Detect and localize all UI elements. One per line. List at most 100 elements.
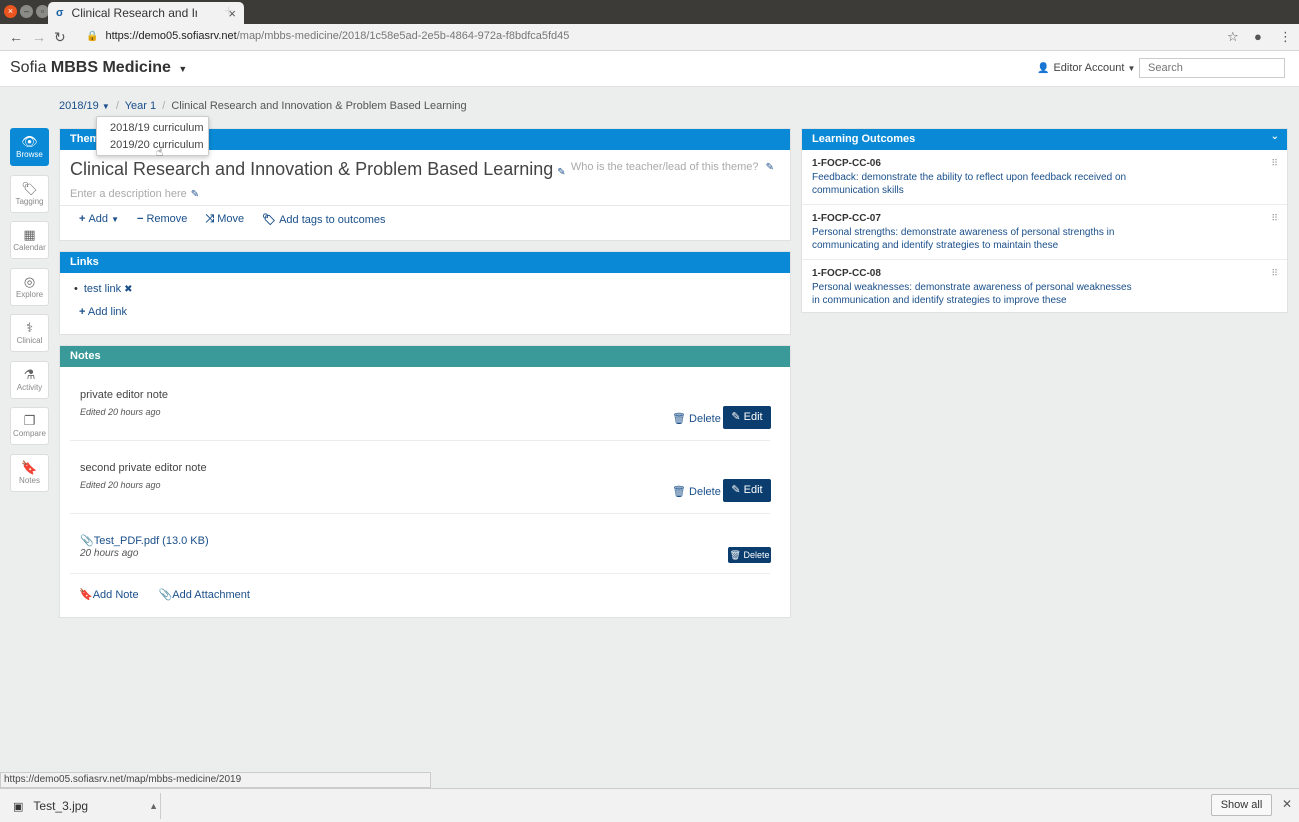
chevron-up-icon[interactable]: ▲	[149, 801, 158, 811]
outcome-code: 1-FOCP-CC-08	[812, 268, 881, 279]
caret-down-icon: ▼	[1127, 64, 1136, 73]
browser-menu-icon[interactable]: ⋮	[1279, 29, 1292, 45]
link-test[interactable]: test link	[84, 283, 121, 295]
edit-note-button[interactable]: ✎ Edit	[723, 406, 771, 429]
outcome-text[interactable]: Personal weaknesses: demonstrate awarene…	[812, 281, 1142, 307]
back-icon[interactable]: ←	[9, 29, 23, 45]
pencil-icon[interactable]: ✎	[191, 189, 199, 200]
user-icon: 👤	[1037, 63, 1050, 74]
add-link-button[interactable]: + Add link	[79, 306, 127, 318]
outcome-text[interactable]: Personal strengths: demonstrate awarenes…	[812, 226, 1142, 252]
sidebar-item-calendar[interactable]: ▦ Calendar	[10, 221, 49, 259]
url-field[interactable]: 🔒 https://demo05.sofiasrv.net/map/mbbs-m…	[86, 30, 569, 42]
paperclip-icon: 📎	[158, 589, 173, 601]
collapse-chevron-icon[interactable]: ⌄	[1271, 131, 1279, 142]
window-close-button[interactable]: ×	[4, 5, 17, 18]
outcome-text[interactable]: Feedback: demonstrate the ability to ref…	[812, 171, 1142, 197]
delete-note-button[interactable]: 🗑 Delete	[672, 412, 721, 425]
drag-handle-icon[interactable]: ⠿	[1271, 213, 1278, 224]
sidebar-item-explore[interactable]: ◎ Explore	[10, 267, 49, 306]
attachment-item: 📎Test_PDF.pdf (13.0 KB) 20 hours ago 🗑 D…	[70, 514, 771, 574]
pencil-icon: ✎	[731, 484, 741, 496]
account-menu[interactable]: 👤 Editor Account ▼	[1037, 62, 1135, 74]
note-item: private editor note Edited 20 hours ago …	[70, 367, 771, 441]
download-item[interactable]: ▣ Test_3.jpg ▲	[13, 799, 158, 813]
status-bar: https://demo05.sofiasrv.net/map/mbbs-med…	[0, 772, 431, 788]
edit-note-button[interactable]: ✎ Edit	[723, 479, 771, 502]
delete-note-button[interactable]: 🗑 Delete	[672, 485, 721, 498]
list-item[interactable]: 1-FOCP-CC-08 Personal weaknesses: demons…	[802, 260, 1287, 313]
caret-down-icon: ▼	[101, 102, 110, 111]
new-tab-button[interactable]: +	[224, 3, 233, 21]
image-file-icon: ▣	[13, 800, 24, 813]
delete-attachment-button[interactable]: 🗑 Delete	[728, 547, 771, 563]
copy-icon: ❐	[23, 413, 36, 428]
add-note-button[interactable]: 🔖Add Note	[79, 588, 139, 601]
paperclip-icon: 📎	[80, 535, 94, 547]
bookmark-icon: 🔖	[21, 459, 38, 475]
sidebar-item-tagging[interactable]: 🏷 Tagging	[10, 174, 49, 213]
browser-tab-bar: × – ▫ σ Clinical Research and Innovation…	[0, 0, 1299, 24]
add-menu-button[interactable]: + Add ▼	[79, 213, 119, 226]
show-all-button[interactable]: Show all	[1211, 794, 1272, 816]
note-meta: Edited 20 hours ago	[80, 407, 161, 417]
tab-title: Clinical Research and Innovation & Probl…	[71, 6, 197, 20]
attachment-link[interactable]: 📎Test_PDF.pdf (13.0 KB)	[80, 534, 209, 547]
browser-tab[interactable]: σ Clinical Research and Innovation & Pro…	[48, 2, 244, 24]
flask-icon: ⚗	[23, 366, 36, 382]
hand-cursor-icon: ☝	[156, 145, 164, 159]
theme-description-field[interactable]: Enter a description here ✎	[70, 188, 199, 200]
search-input[interactable]	[1139, 58, 1285, 78]
theme-actions: + Add ▼ − Remove ⤨ Move 🏷 Add tags to outcom…	[79, 213, 386, 226]
bookmark-star-icon[interactable]: ☆	[1227, 29, 1239, 45]
forward-icon[interactable]: →	[32, 29, 46, 45]
remove-link-icon[interactable]: ✖	[124, 284, 132, 295]
app-header: Sofia MBBS Medicine ▼ 👤 Editor Account ▼	[0, 51, 1299, 87]
calendar-icon: ▦	[23, 227, 36, 242]
caret-down-icon: ▼	[111, 215, 119, 224]
note-text: private editor note	[80, 389, 169, 401]
year-dropdown-menu: 2018/19 curriculum 2019/20 curriculum	[96, 116, 209, 156]
trash-icon: 🗑	[672, 413, 686, 425]
outcome-code: 1-FOCP-CC-07	[812, 213, 881, 224]
sidebar-item-notes[interactable]: 🔖 Notes	[10, 453, 49, 492]
move-button[interactable]: ⤨ Move	[205, 213, 244, 226]
drag-handle-icon[interactable]: ⠿	[1271, 268, 1278, 279]
caret-down-icon: ▼	[178, 64, 188, 74]
theme-lead-field[interactable]: Who is the teacher/lead of this theme? ✎	[571, 161, 774, 173]
drag-handle-icon[interactable]: ⠿	[1271, 158, 1278, 169]
add-tags-button[interactable]: 🏷 Add tags to outcomes	[262, 213, 385, 226]
sidebar-item-compare[interactable]: ❐ Compare	[10, 407, 49, 445]
address-bar: ← → ↻ 🔒 https://demo05.sofiasrv.net/map/…	[0, 24, 1299, 51]
window-controls: × – ▫	[4, 5, 49, 18]
sidebar-item-clinical[interactable]: ⚕ Clinical	[10, 314, 49, 352]
dropdown-option-2018[interactable]: 2018/19 curriculum	[110, 122, 204, 134]
brand-menu[interactable]: Sofia MBBS Medicine ▼	[10, 59, 187, 77]
learning-outcomes-panel: Learning Outcomes ⌄ 1-FOCP-CC-06 Feedbac…	[801, 128, 1288, 313]
theme-title[interactable]: Clinical Research and Innovation & Probl…	[70, 159, 566, 180]
links-panel-header: Links	[60, 252, 790, 273]
pencil-icon[interactable]: ✎	[557, 167, 565, 178]
notes-panel-header: Notes	[60, 346, 790, 367]
list-item: • test link ✖	[74, 283, 133, 295]
close-icon[interactable]: ✕	[1282, 797, 1292, 811]
pencil-icon[interactable]: ✎	[766, 162, 774, 173]
trash-icon: 🗑	[729, 550, 741, 560]
sidebar-item-activity[interactable]: ⚗ Activity	[10, 360, 49, 399]
lock-icon: 🔒	[86, 30, 99, 42]
breadcrumb-level[interactable]: Year 1	[125, 100, 156, 112]
tag-icon: 🏷	[262, 214, 277, 226]
profile-icon[interactable]: ●	[1254, 29, 1262, 44]
reload-icon[interactable]: ↻	[54, 29, 66, 46]
minus-icon: −	[137, 213, 144, 225]
note-text: second private editor note	[80, 462, 207, 474]
pencil-icon: ✎	[731, 411, 741, 423]
sidebar-item-browse[interactable]: 👁 Browse	[10, 128, 49, 166]
window-minimize-button[interactable]: –	[20, 5, 33, 18]
list-item[interactable]: 1-FOCP-CC-07 Personal strengths: demonst…	[802, 205, 1287, 260]
breadcrumb-year[interactable]: 2018/19 ▼	[59, 100, 110, 112]
remove-button[interactable]: − Remove	[137, 213, 187, 226]
add-attachment-button[interactable]: 📎Add Attachment	[159, 588, 250, 601]
bookmark-icon: 🔖	[79, 589, 93, 601]
list-item[interactable]: 1-FOCP-CC-06 Feedback: demonstrate the a…	[802, 150, 1287, 205]
